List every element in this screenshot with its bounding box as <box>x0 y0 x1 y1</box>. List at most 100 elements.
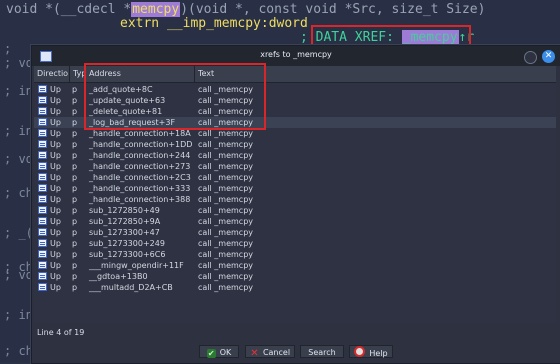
cell-type: p <box>72 184 78 193</box>
checkmark-icon: ✔ <box>206 349 216 358</box>
cell-text: call _memcpy <box>198 173 254 182</box>
xref-code-icon <box>38 173 47 181</box>
cell-direction: Up <box>50 250 61 259</box>
table-row[interactable]: Up p __gdtoa+13B0 call _memcpy <box>34 271 556 282</box>
table-row[interactable]: Up p _handle_connection+388 call _memcpy <box>34 194 556 205</box>
xref-code-icon <box>38 107 47 115</box>
table-row[interactable]: Up p sub_1272850+9A call _memcpy <box>34 216 556 227</box>
help-button[interactable]: Help <box>349 345 393 358</box>
xref-code-icon <box>38 261 47 269</box>
cell-direction: Up <box>50 129 61 138</box>
table-row[interactable]: Up p _handle_connection+1DD call _memcpy <box>34 139 556 150</box>
cell-direction: Up <box>50 184 61 193</box>
xref-code-icon <box>38 272 47 280</box>
xref-code-icon <box>38 140 47 148</box>
cell-direction: Up <box>50 107 61 116</box>
cell-direction: Up <box>50 272 61 281</box>
cell-address: sub_1272850+49 <box>89 206 160 215</box>
cell-address: _handle_connection+2C3 <box>89 173 191 182</box>
cell-text: call _memcpy <box>198 261 254 270</box>
cell-direction: Up <box>50 140 61 149</box>
cell-type: p <box>72 217 78 226</box>
cell-direction: Up <box>50 195 61 204</box>
cell-direction: Up <box>50 217 61 226</box>
table-row[interactable]: Up p _handle_connection+333 call _memcpy <box>34 183 556 194</box>
cell-address: ___mingw_opendir+11F <box>89 261 184 270</box>
table-row[interactable]: Up p ___multadd_D2A+CB call _memcpy <box>34 282 556 293</box>
table-row[interactable]: Up p ___mingw_opendir+11F call _memcpy <box>34 260 556 271</box>
xref-code-icon <box>38 118 47 126</box>
cell-type: p <box>72 239 78 248</box>
cell-type: p <box>72 129 78 138</box>
cell-text: call _memcpy <box>198 162 254 171</box>
cell-address: sub_1272850+9A <box>89 217 161 226</box>
xref-code-icon <box>38 184 47 192</box>
table-row[interactable]: Up p sub_1273300+47 call _memcpy <box>34 227 556 238</box>
cell-text: call _memcpy <box>198 250 254 259</box>
table-row[interactable]: Up p _handle_connection+2C3 call _memcpy <box>34 172 556 183</box>
cell-text: call _memcpy <box>198 195 254 204</box>
cell-type: p <box>72 173 78 182</box>
cell-direction: Up <box>50 228 61 237</box>
ok-button[interactable]: ✔ OK <box>199 345 239 358</box>
table-row[interactable]: Up p sub_1272850+49 call _memcpy <box>34 205 556 216</box>
search-button[interactable]: Search <box>300 345 344 358</box>
status-line: Line 4 of 19 <box>37 328 85 337</box>
cell-address: ___multadd_D2A+CB <box>89 283 173 292</box>
cell-type: p <box>72 107 78 116</box>
cell-text: call _memcpy <box>198 239 254 248</box>
code-fragment: ; in <box>4 308 33 322</box>
table-row[interactable]: Up p _handle_connection+273 call _memcpy <box>34 161 556 172</box>
code-fragment: ; ch <box>4 186 33 200</box>
xref-code-icon <box>38 206 47 214</box>
cell-direction: Up <box>50 239 61 248</box>
cell-direction: Up <box>50 151 61 160</box>
cell-direction: Up <box>50 261 61 270</box>
cell-direction: Up <box>50 85 61 94</box>
code-fragment: ; in <box>4 124 33 138</box>
cell-direction: Up <box>50 118 61 127</box>
cell-address: _handle_connection+1DD <box>89 140 193 149</box>
close-button[interactable]: ✕ <box>542 50 555 63</box>
cell-type: p <box>72 96 78 105</box>
xref-code-icon <box>38 250 47 258</box>
cell-address: sub_1273300+6C6 <box>89 250 166 259</box>
cell-direction: Up <box>50 173 61 182</box>
cross-icon: ✕ <box>250 348 259 359</box>
table-row[interactable]: Up p sub_1273300+249 call _memcpy <box>34 238 556 249</box>
xref-code-icon <box>38 195 47 203</box>
xref-code-icon <box>38 129 47 137</box>
cell-type: p <box>72 283 78 292</box>
table-row[interactable]: Up p sub_1273300+6C6 call _memcpy <box>34 249 556 260</box>
cell-text: call _memcpy <box>198 272 254 281</box>
cell-text: call _memcpy <box>198 151 254 160</box>
memcpy-highlight[interactable]: memcpy <box>131 2 181 17</box>
cell-type: p <box>72 195 78 204</box>
cell-address: sub_1273300+47 <box>89 228 160 237</box>
cell-address: _handle_connection+244 <box>89 151 191 160</box>
cell-type: p <box>72 162 78 171</box>
cell-address: _handle_connection+333 <box>89 184 191 193</box>
table-row[interactable]: Up p _handle_connection+244 call _memcpy <box>34 150 556 161</box>
cell-address: _handle_connection+388 <box>89 195 191 204</box>
code-fragment: ; ch <box>4 344 33 358</box>
cell-type: p <box>72 140 78 149</box>
cell-address: _handle_connection+273 <box>89 162 191 171</box>
xref-code-icon <box>38 96 47 104</box>
code-line-prototype[interactable]: void *(__cdecl *memcpy)(void *, const vo… <box>6 2 485 17</box>
xref-code-icon <box>38 217 47 225</box>
cancel-button[interactable]: ✕ Cancel <box>245 345 295 359</box>
cell-direction: Up <box>50 96 61 105</box>
cell-text: call _memcpy <box>198 217 254 226</box>
column-header-direction[interactable]: Directio <box>34 66 70 82</box>
xref-code-icon <box>38 85 47 93</box>
cell-text: call _memcpy <box>198 140 254 149</box>
dialog-title: xrefs to _memcpy <box>260 50 332 59</box>
xref-code-icon <box>38 228 47 236</box>
code-fragment: ; in <box>4 84 33 98</box>
code-line-extrn[interactable]: extrn __imp_memcpy:dword <box>120 16 308 31</box>
minimize-button[interactable] <box>524 51 537 64</box>
cell-type: p <box>72 250 78 259</box>
cell-text: call _memcpy <box>198 184 254 193</box>
code-fragment: ; vo <box>4 152 33 166</box>
